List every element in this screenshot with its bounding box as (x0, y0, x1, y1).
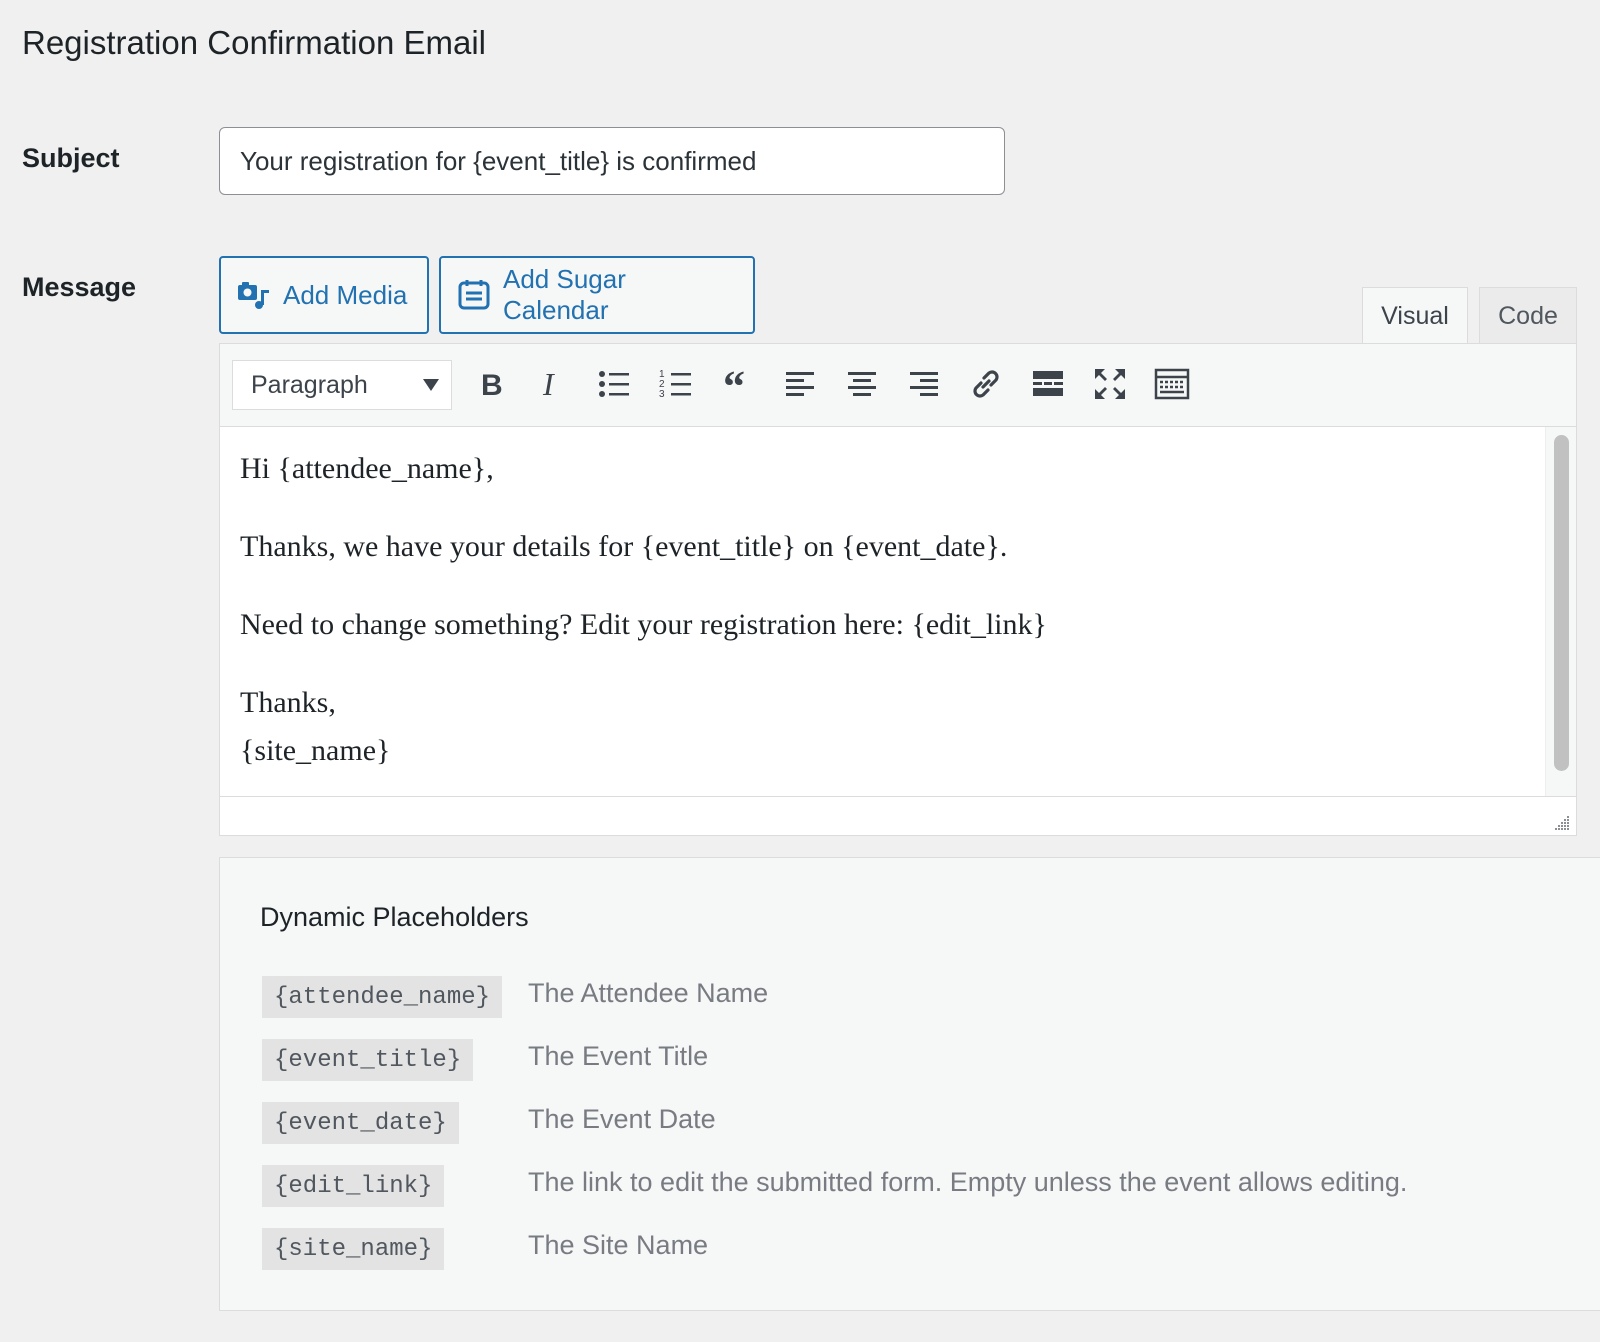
svg-text:“: “ (723, 365, 745, 403)
subject-input[interactable] (219, 127, 1005, 195)
placeholder-code: {event_date} (262, 1102, 459, 1144)
editor-toolbar: Paragraph B I 1 2 3 “ (220, 344, 1576, 427)
toolbar-toggle-icon[interactable] (1150, 362, 1194, 406)
scrollbar-thumb[interactable] (1554, 435, 1569, 771)
placeholder-code: {site_name} (262, 1228, 445, 1270)
editor-status-bar (220, 796, 1576, 835)
placeholder-code: {event_title} (262, 1039, 474, 1081)
svg-text:B: B (481, 369, 503, 402)
italic-icon[interactable]: I (530, 362, 574, 406)
placeholder-description: The Event Date (528, 1104, 716, 1134)
caret-down-icon (423, 379, 439, 391)
fullscreen-icon[interactable] (1088, 362, 1132, 406)
placeholders-title: Dynamic Placeholders (260, 902, 529, 932)
placeholder-description: The Site Name (528, 1230, 709, 1260)
blockquote-icon[interactable]: “ (716, 362, 760, 406)
placeholder-code: {edit_link} (262, 1165, 445, 1207)
placeholder-description: The Event Title (528, 1041, 709, 1071)
content-line-edit: Need to change something? Edit your regi… (240, 608, 1047, 641)
numbered-list-icon[interactable]: 1 2 3 (654, 362, 698, 406)
add-sugar-calendar-label: Add Sugar Calendar (503, 264, 626, 325)
placeholder-description: The Attendee Name (528, 978, 769, 1008)
content-line-greeting: Hi {attendee_name}, (240, 452, 494, 485)
bulleted-list-icon[interactable] (592, 362, 636, 406)
align-left-icon[interactable] (778, 362, 822, 406)
subject-label: Subject (22, 143, 120, 173)
format-select[interactable]: Paragraph (232, 360, 452, 410)
svg-text:3: 3 (659, 389, 665, 400)
content-line-signoff: Thanks, (240, 686, 336, 719)
align-center-icon[interactable] (840, 362, 884, 406)
tab-code[interactable]: Code (1479, 287, 1577, 344)
editor-scrollbar[interactable] (1545, 427, 1576, 797)
read-more-icon[interactable] (1026, 362, 1070, 406)
add-sugar-calendar-button[interactable]: Add Sugar Calendar (439, 256, 755, 334)
calendar-icon (457, 278, 491, 312)
link-icon[interactable] (964, 362, 1008, 406)
page-title: Registration Confirmation Email (22, 24, 487, 61)
dynamic-placeholders-panel: Dynamic Placeholders {attendee_name} The… (219, 857, 1600, 1311)
content-line-details: Thanks, we have your details for {event_… (240, 530, 1008, 563)
content-line-site: {site_name} (240, 734, 391, 767)
resize-handle-icon[interactable] (1552, 813, 1570, 831)
message-label: Message (22, 272, 137, 302)
format-select-value: Paragraph (251, 370, 368, 399)
placeholder-code: {attendee_name} (262, 976, 503, 1018)
add-media-label: Add Media (283, 279, 408, 310)
add-media-icon (237, 278, 271, 312)
align-right-icon[interactable] (902, 362, 946, 406)
bold-icon[interactable]: B (468, 362, 512, 406)
tab-visual[interactable]: Visual (1362, 287, 1468, 345)
message-editor: Paragraph B I 1 2 3 “ Hi {attendee_name}… (219, 343, 1577, 836)
editor-content[interactable]: Hi {attendee_name}, Thanks, we have your… (220, 427, 1546, 797)
svg-text:I: I (542, 366, 555, 402)
placeholder-description: The link to edit the submitted form. Emp… (528, 1167, 1408, 1197)
add-media-button[interactable]: Add Media (219, 256, 429, 334)
